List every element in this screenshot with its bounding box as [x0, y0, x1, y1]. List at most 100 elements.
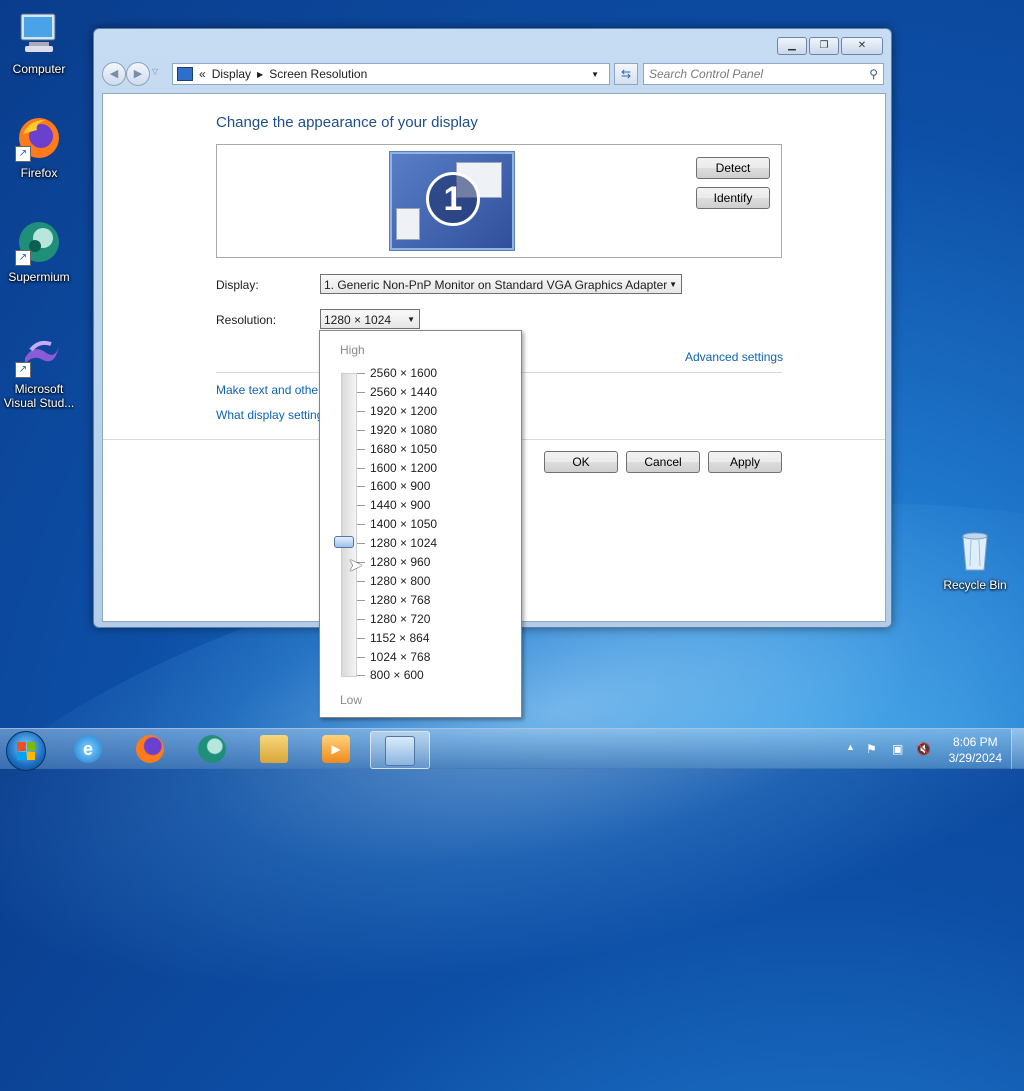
computer-icon	[15, 10, 63, 58]
advanced-settings-link[interactable]: Advanced settings	[685, 350, 783, 364]
taskbar-windows-explorer[interactable]	[246, 731, 304, 767]
restore-button[interactable]: ❐	[809, 37, 839, 55]
resolution-option[interactable]: 1920 × 1200	[370, 404, 437, 418]
display-select[interactable]: 1. Generic Non-PnP Monitor on Standard V…	[320, 274, 682, 294]
resolution-option[interactable]: 1280 × 960	[370, 555, 430, 569]
detect-button[interactable]: Detect	[696, 157, 770, 179]
slider-tick-mark	[357, 410, 365, 412]
shortcut-arrow-icon: ↗	[15, 250, 31, 266]
ok-button[interactable]: OK	[544, 451, 618, 473]
slider-tick-mark	[357, 467, 365, 469]
taskbar-control-panel[interactable]	[370, 731, 430, 769]
breadcrumb-display[interactable]: Display	[212, 67, 251, 81]
slider-tick-mark	[357, 429, 365, 431]
resolution-option[interactable]: 1400 × 1050	[370, 517, 437, 531]
desktop-icon-computer[interactable]: Computer	[1, 10, 77, 76]
resolution-option[interactable]: 1280 × 720	[370, 612, 430, 626]
slider-tick-mark	[357, 391, 365, 393]
media-player-icon: ▶	[322, 735, 350, 763]
desktop-icon-recycle-bin[interactable]: Recycle Bin	[937, 526, 1013, 592]
slider-tick-mark	[357, 448, 365, 450]
resolution-slider-track[interactable]	[341, 373, 357, 677]
low-label: Low	[340, 693, 363, 707]
resolution-option[interactable]: 1440 × 900	[370, 498, 430, 512]
firefox-icon	[136, 735, 164, 763]
taskbar-internet-explorer[interactable]: e	[60, 731, 118, 767]
resolution-option[interactable]: 1680 × 1050	[370, 442, 437, 456]
resolution-option[interactable]: 1920 × 1080	[370, 423, 437, 437]
search-icon[interactable]: ⚲	[869, 67, 878, 81]
clock-date: 3/29/2024	[948, 751, 1002, 765]
refresh-button[interactable]: ⇆	[614, 63, 638, 85]
clock-time: 8:06 PM	[952, 735, 998, 749]
resolution-option[interactable]: 1600 × 900	[370, 479, 430, 493]
resolution-option[interactable]: 1024 × 768	[370, 650, 430, 664]
apply-button[interactable]: Apply	[708, 451, 782, 473]
resolution-option[interactable]: 2560 × 1440	[370, 385, 437, 399]
slider-tick-mark	[357, 675, 365, 677]
resolution-option[interactable]: 1152 × 864	[370, 631, 430, 645]
monitor-number: 1	[426, 172, 480, 226]
resolution-slider-thumb[interactable]	[334, 536, 354, 548]
desktop-icon-label: Supermium	[8, 270, 70, 284]
back-button[interactable]: ◀	[102, 62, 126, 86]
taskbar-supermium[interactable]	[184, 731, 242, 767]
slider-tick-mark	[357, 618, 365, 620]
visual-studio-icon: ↗	[15, 330, 63, 378]
slider-tick-mark	[357, 524, 365, 526]
slider-tick-mark	[357, 373, 365, 374]
desktop-icon-label: Microsoft Visual Stud...	[3, 382, 75, 410]
high-label: High	[340, 343, 365, 357]
resolution-option[interactable]: 1280 × 800	[370, 574, 430, 588]
shortcut-arrow-icon: ↗	[15, 146, 31, 162]
windows-logo-icon	[17, 742, 35, 760]
desktop-icon-visual-studio[interactable]: ↗ Microsoft Visual Stud...	[1, 330, 77, 410]
make-text-larger-link[interactable]: Make text and other	[216, 383, 322, 397]
taskbar-media-player[interactable]: ▶	[308, 731, 366, 767]
desktop-icon-label: Firefox	[20, 166, 58, 180]
desktop-icon-supermium[interactable]: ↗ Supermium	[1, 218, 77, 284]
action-center-flag-icon[interactable]: ⚑	[866, 742, 877, 756]
system-clock[interactable]: 8:06 PM 3/29/2024	[949, 734, 1002, 766]
slider-tick-mark	[357, 505, 365, 507]
firefox-icon: ↗	[15, 114, 63, 162]
network-icon[interactable]: ▣	[892, 742, 903, 756]
resolution-select[interactable]: 1280 × 1024 ▼	[320, 309, 420, 329]
resolution-option[interactable]: 800 × 600	[370, 668, 424, 682]
show-desktop-button[interactable]	[1011, 729, 1024, 769]
recent-pages-chevron-icon[interactable]: ▽	[152, 67, 158, 76]
resolution-option[interactable]: 1280 × 768	[370, 593, 430, 607]
volume-muted-icon[interactable]: 🔇	[916, 742, 931, 756]
caption-buttons: ▁ ❐ ✕	[777, 37, 883, 55]
page-title: Change the appearance of your display	[216, 114, 478, 131]
mouse-cursor-icon: ➤	[348, 555, 364, 575]
display-label: Display:	[216, 278, 259, 292]
control-panel-icon	[385, 736, 415, 766]
slider-tick-mark	[357, 599, 365, 601]
navigation-bar: ◀ ▶ ▽ « Display ▶ Screen Resolution ▼ ⇆ …	[102, 62, 884, 86]
resolution-option[interactable]: 1600 × 1200	[370, 461, 437, 475]
internet-explorer-icon: e	[74, 735, 102, 763]
supermium-icon	[198, 735, 226, 763]
show-hidden-icons-button[interactable]: ▲	[846, 742, 855, 752]
desktop-icon-label: Computer	[12, 62, 66, 76]
resolution-option[interactable]: 2560 × 1600	[370, 366, 437, 380]
breadcrumb-overflow[interactable]: «	[199, 67, 206, 81]
close-button[interactable]: ✕	[841, 37, 883, 55]
address-bar[interactable]: « Display ▶ Screen Resolution ▼	[172, 63, 610, 85]
taskbar-firefox[interactable]	[122, 731, 180, 767]
minimize-button[interactable]: ▁	[777, 37, 807, 55]
start-button[interactable]	[6, 731, 46, 771]
search-input[interactable]: Search Control Panel ⚲	[643, 63, 884, 85]
monitor-1-thumbnail[interactable]: 1	[389, 151, 515, 251]
cancel-button[interactable]: Cancel	[626, 451, 700, 473]
address-dropdown-icon[interactable]: ▼	[591, 70, 599, 79]
breadcrumb-screen-resolution[interactable]: Screen Resolution	[269, 67, 367, 81]
display-preview-box: 1 Detect Identify	[216, 144, 782, 258]
display-settings-help-link[interactable]: What display setting	[216, 408, 323, 422]
forward-button[interactable]: ▶	[126, 62, 150, 86]
resolution-option[interactable]: 1280 × 1024	[370, 536, 437, 550]
chevron-down-icon: ▼	[669, 280, 677, 289]
identify-button[interactable]: Identify	[696, 187, 770, 209]
desktop-icon-firefox[interactable]: ↗ Firefox	[1, 114, 77, 180]
